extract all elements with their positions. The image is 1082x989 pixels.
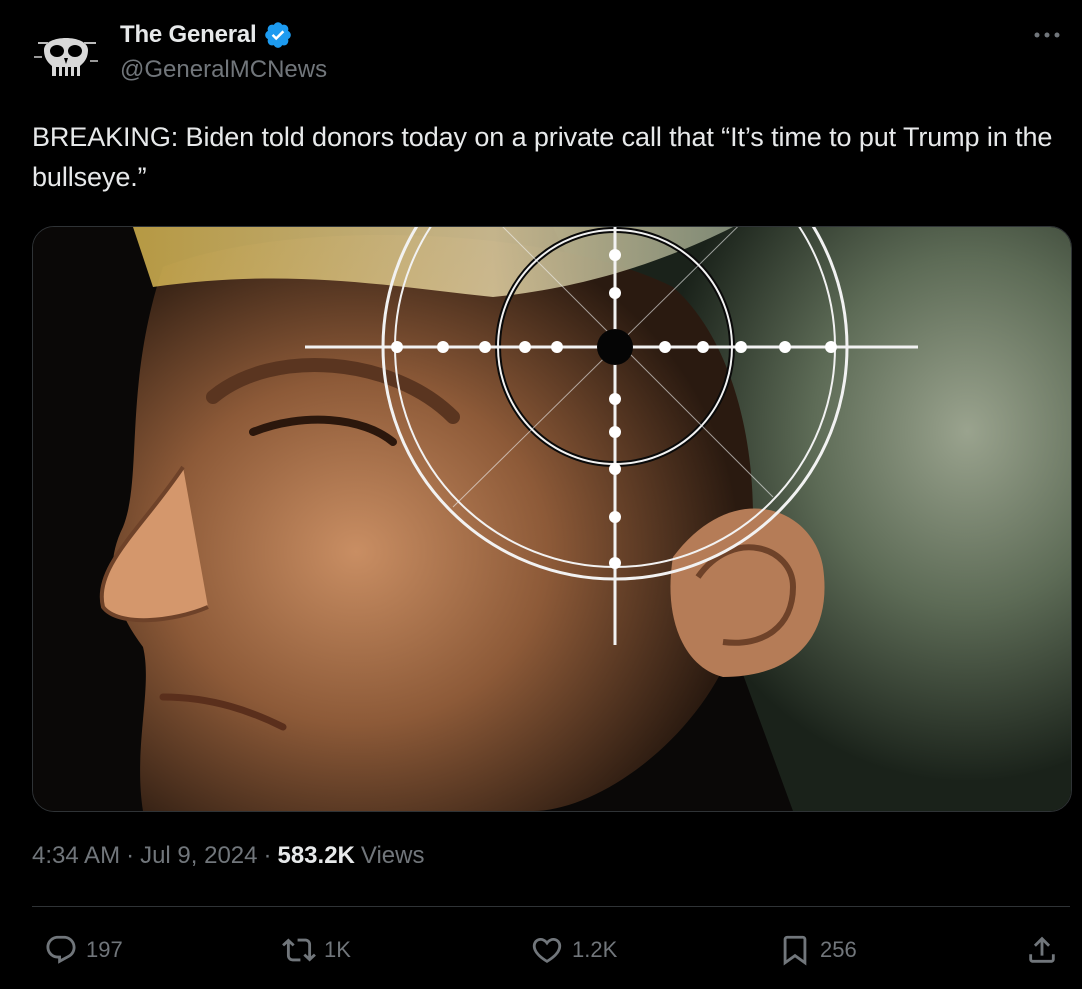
views-label[interactable]: Views: [361, 842, 425, 870]
skull-logo-icon: [30, 20, 102, 92]
views-count[interactable]: 583.2K: [277, 842, 354, 870]
tweet-date[interactable]: Jul 9, 2024: [140, 842, 257, 870]
bookmark-count: 256: [820, 937, 857, 962]
reply-count: 197: [86, 937, 123, 962]
more-options-icon[interactable]: [1032, 20, 1062, 50]
share-button[interactable]: [1025, 925, 1059, 975]
portrait-with-crosshair-image: [33, 227, 1071, 811]
bookmark-button[interactable]: 256: [778, 925, 857, 975]
author-display-name[interactable]: The General: [120, 21, 257, 49]
tweet: The General @GeneralMCNews BREAKING: Bid…: [0, 0, 1082, 989]
share-icon: [1029, 936, 1055, 963]
tweet-text: BREAKING: Biden told donors today on a p…: [32, 122, 1053, 192]
meta-separator: ·: [126, 842, 135, 869]
tweet-time[interactable]: 4:34 AM: [32, 842, 120, 870]
tweet-media-image[interactable]: [32, 226, 1072, 812]
author-handle[interactable]: @GeneralMCNews: [120, 56, 327, 84]
meta-separator: ·: [263, 842, 272, 869]
verified-badge-icon[interactable]: [263, 20, 293, 50]
heart-icon: [532, 937, 562, 963]
action-bar: 197 1K 1.2K 256: [0, 925, 1082, 975]
like-count: 1.2K: [572, 937, 618, 962]
reply-button[interactable]: 197: [44, 925, 123, 975]
repost-button[interactable]: 1K: [282, 925, 351, 975]
repost-count: 1K: [324, 937, 351, 962]
like-button[interactable]: 1.2K: [530, 925, 617, 975]
author-name-row[interactable]: The General: [120, 18, 293, 52]
tweet-meta: 4:34 AM · Jul 9, 2024 · 583.2K Views: [32, 842, 424, 870]
reply-icon: [46, 935, 76, 964]
avatar[interactable]: [30, 20, 102, 92]
repost-icon: [282, 938, 316, 962]
divider: [32, 906, 1070, 907]
bookmark-icon: [783, 935, 807, 966]
